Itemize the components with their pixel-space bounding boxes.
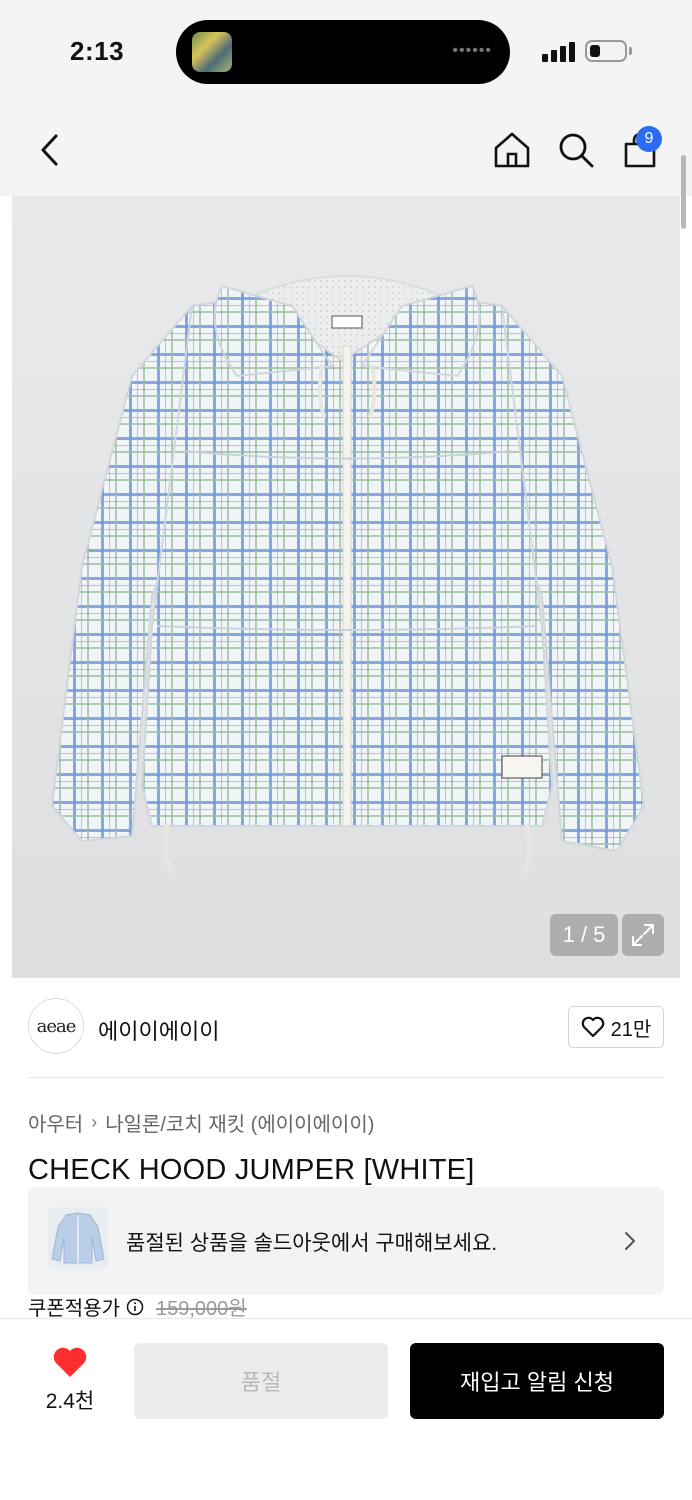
scrollbar[interactable]	[681, 155, 686, 229]
divider	[28, 1077, 664, 1078]
back-button[interactable]	[28, 128, 72, 172]
brand-row[interactable]: aeae 에이이에이이 21만	[28, 998, 664, 1058]
soldout-market-banner[interactable]: 품절된 상품을 솔드아웃에서 구매해보세요.	[28, 1187, 664, 1295]
cart-count-badge: 9	[636, 126, 662, 152]
brand-name[interactable]: 에이이에이이	[98, 1014, 219, 1046]
price-row: 쿠폰적용가 159,000원	[28, 1292, 247, 1321]
battery-tip	[629, 47, 632, 55]
now-playing-thumbnail	[192, 32, 232, 72]
breadcrumb-subcategory[interactable]: 나일론/코치 재킷 (에이이에이이)	[105, 1108, 374, 1137]
wishlist-count: 2.4천	[45, 1390, 95, 1413]
restock-alert-button[interactable]: 재입고 알림 신청	[410, 1343, 664, 1419]
expand-image-button[interactable]	[622, 914, 664, 956]
island-dots: ••••••	[452, 42, 492, 59]
product-image-carousel[interactable]: 1 / 5	[12, 196, 680, 978]
chevron-right-icon: ›	[91, 1112, 98, 1132]
breadcrumb-category[interactable]: 아우터	[28, 1108, 83, 1137]
chevron-left-icon	[41, 134, 58, 166]
coupon-price-label: 쿠폰적용가	[28, 1298, 120, 1320]
banner-text: 품절된 상품을 솔드아웃에서 구매해보세요.	[126, 1232, 498, 1255]
search-button[interactable]	[554, 128, 598, 172]
home-icon	[494, 132, 530, 168]
top-nav	[0, 104, 692, 196]
dynamic-island[interactable]: ••••••	[176, 20, 510, 84]
heart-outline-icon	[581, 1016, 604, 1038]
status-bar: 2:13 ••••••	[0, 0, 692, 104]
banner-thumbnail	[48, 1207, 108, 1269]
signal-icon	[542, 40, 576, 62]
home-button[interactable]	[490, 128, 534, 172]
brand-like-button[interactable]: 21만	[568, 1006, 664, 1048]
product-image	[50, 275, 646, 874]
brand-logo[interactable]: aeae	[28, 998, 84, 1054]
status-time: 2:13	[70, 36, 125, 66]
image-counter: 1 / 5	[550, 914, 618, 956]
product-title: CHECK HOOD JUMPER [WHITE]	[28, 1154, 475, 1186]
wishlist-button[interactable]: 2.4천	[30, 1345, 110, 1415]
search-icon	[559, 133, 594, 168]
breadcrumb: 아우터 › 나일론/코치 재킷 (에이이에이이)	[28, 1108, 374, 1137]
original-price: 159,000원	[156, 1298, 247, 1320]
info-icon[interactable]	[126, 1298, 144, 1316]
bottom-action-bar: 2.4천 품절 재입고 알림 신청	[0, 1318, 692, 1500]
brand-like-count: 21만	[610, 1018, 652, 1041]
expand-icon	[632, 924, 654, 946]
chevron-right-icon	[625, 1232, 635, 1250]
battery-icon	[585, 40, 627, 62]
soldout-button[interactable]: 품절	[134, 1343, 388, 1419]
heart-filled-icon	[53, 1347, 87, 1377]
